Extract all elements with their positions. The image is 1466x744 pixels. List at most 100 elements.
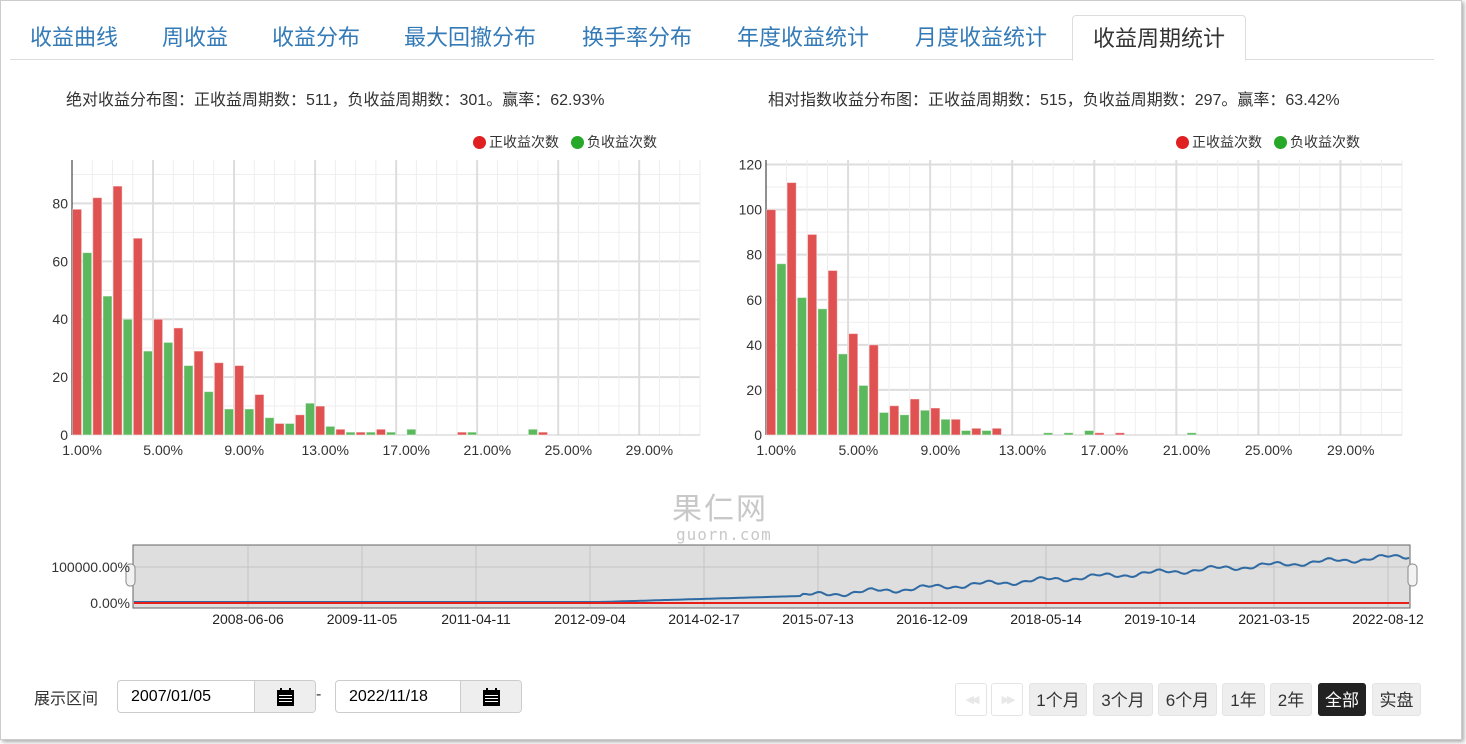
range-label: 展示区间 (34, 691, 99, 708)
tab-monthly[interactable]: 月度收益统计 (895, 15, 1067, 60)
negative-bar (1042, 432, 1054, 436)
right-legend: 正收益次数 负收益次数 (1176, 132, 1360, 152)
positive-bar (234, 365, 245, 436)
negative-bar (163, 341, 174, 436)
x-tick-label: 17.00% (1081, 442, 1128, 458)
legend-negative-label: 负收益次数 (1290, 134, 1360, 150)
x-tick-label: 25.00% (545, 442, 592, 458)
positive-bar (294, 414, 305, 436)
y-tick-label: 60 (746, 292, 762, 308)
start-date-input[interactable]: 2007/01/05 (118, 681, 254, 712)
relative-return-histogram: 0 20 40 60 80 100 120 1.00% 5.00% 9.00% 13.00% 17.0… (739, 157, 1403, 458)
tab-period-stats[interactable]: 收益周期统计 (1072, 15, 1247, 61)
negative-bar (365, 431, 376, 436)
y-tick-label: 80 (52, 195, 68, 211)
calendar-icon[interactable] (460, 681, 521, 712)
negative-bar (203, 391, 214, 436)
nav-x-label: 2015-07-13 (782, 611, 854, 627)
range-1m-button[interactable]: 1个月 (1029, 683, 1087, 716)
x-tick-label: 5.00% (838, 442, 878, 458)
negative-bar (796, 297, 808, 436)
live-trading-button[interactable]: 实盘 (1372, 683, 1421, 716)
positive-bar (930, 407, 941, 436)
negative-bar (183, 365, 194, 436)
positive-bar (375, 428, 387, 436)
x-tick-label: 9.00% (921, 442, 961, 458)
negative-bar (919, 409, 931, 436)
negative-bar (264, 417, 275, 436)
range-all-button[interactable]: 全部 (1318, 683, 1366, 716)
negative-bar (899, 414, 910, 436)
tab-return-curve[interactable]: 收益曲线 (10, 15, 138, 60)
green-dot-icon (571, 136, 584, 149)
x-tick-label: 13.00% (999, 442, 1046, 458)
positive-bar (254, 393, 265, 436)
range-1y-button[interactable]: 1年 (1222, 683, 1265, 716)
legend-negative[interactable]: 负收益次数 (1274, 132, 1360, 152)
x-tick-label: 5.00% (143, 442, 183, 458)
y-tick-label: 40 (52, 311, 68, 327)
negative-bar (386, 431, 397, 436)
y-tick-label: 0 (60, 427, 68, 443)
positive-bar (274, 422, 285, 436)
y-tick-label: 120 (739, 157, 763, 173)
legend-positive[interactable]: 正收益次数 (473, 132, 559, 152)
positive-bar (315, 405, 326, 436)
tab-weekly-return[interactable]: 周收益 (142, 15, 248, 60)
x-tick-label: 29.00% (1327, 442, 1374, 458)
left-chart-title: 绝对收益分布图：正收益周期数：511，负收益周期数：301。赢率：62.93% (66, 92, 605, 109)
nav-x-label: 2014-02-17 (668, 611, 740, 627)
tab-max-drawdown[interactable]: 最大回撤分布 (384, 15, 556, 60)
negative-bar (325, 425, 336, 436)
x-tick-label: 17.00% (383, 442, 430, 458)
nav-x-label: 2016-12-09 (896, 611, 968, 627)
fast-forward-icon: ▶▶ (1001, 694, 1016, 706)
legend-negative[interactable]: 负收益次数 (571, 132, 657, 152)
prev-button[interactable]: ◀◀ (955, 683, 987, 716)
positive-bar (72, 208, 83, 436)
negative-bar (837, 353, 849, 436)
negative-bar (1084, 429, 1095, 436)
legend-positive-label: 正收益次数 (489, 134, 559, 150)
negative-bar (527, 428, 538, 436)
tab-yearly[interactable]: 年度收益统计 (717, 15, 889, 60)
nav-x-label: 2022-08-12 (1352, 611, 1424, 627)
navigator-chart: 100000.00% 0.00% 2008-06-06 2009-11-05 201… (51, 544, 1424, 627)
y-tick-label: 80 (746, 247, 762, 263)
positive-bar (132, 237, 143, 436)
x-tick-label: 13.00% (301, 442, 348, 458)
red-dot-icon (473, 136, 486, 149)
negative-bar (345, 431, 356, 436)
x-tick-label: 1.00% (62, 442, 102, 458)
start-date-field[interactable]: 2007/01/05 (117, 680, 316, 713)
navigator-right-handle[interactable] (1407, 563, 1418, 587)
negative-bar (467, 431, 478, 436)
nav-x-label: 2012-09-04 (554, 611, 626, 627)
positive-bar (807, 233, 818, 436)
positive-bar (1094, 432, 1105, 436)
nav-x-label: 2018-05-14 (1010, 611, 1082, 627)
negative-bar (122, 318, 133, 436)
y-tick-label: 100 (739, 202, 763, 218)
positive-bar (786, 182, 797, 436)
end-date-field[interactable]: 2022/11/18 (335, 680, 522, 713)
green-dot-icon (1274, 136, 1287, 149)
calendar-icon[interactable] (254, 681, 315, 712)
right-chart-title: 相对指数收益分布图：正收益周期数：515，负收益周期数：297。赢率：63.42… (768, 92, 1340, 109)
nav-x-label: 2008-06-06 (212, 611, 284, 627)
next-button[interactable]: ▶▶ (991, 683, 1023, 716)
legend-positive[interactable]: 正收益次数 (1176, 132, 1262, 152)
tab-turnover[interactable]: 换手率分布 (562, 15, 712, 60)
range-separator: - (316, 686, 322, 703)
negative-bar (817, 308, 828, 436)
range-6m-button[interactable]: 6个月 (1158, 683, 1217, 716)
tab-bar: 收益曲线 周收益 收益分布 最大回撤分布 换手率分布 年度收益统计 月度收益统计… (10, 15, 1434, 61)
range-3m-button[interactable]: 3个月 (1093, 683, 1153, 716)
tab-return-distribution[interactable]: 收益分布 (252, 15, 380, 60)
positive-bar (456, 431, 468, 436)
range-2y-button[interactable]: 2年 (1270, 683, 1312, 716)
positive-bar (868, 344, 879, 436)
negative-bar (406, 428, 417, 436)
end-date-input[interactable]: 2022/11/18 (336, 681, 460, 712)
watermark-logo: 果仁网 (672, 493, 768, 526)
